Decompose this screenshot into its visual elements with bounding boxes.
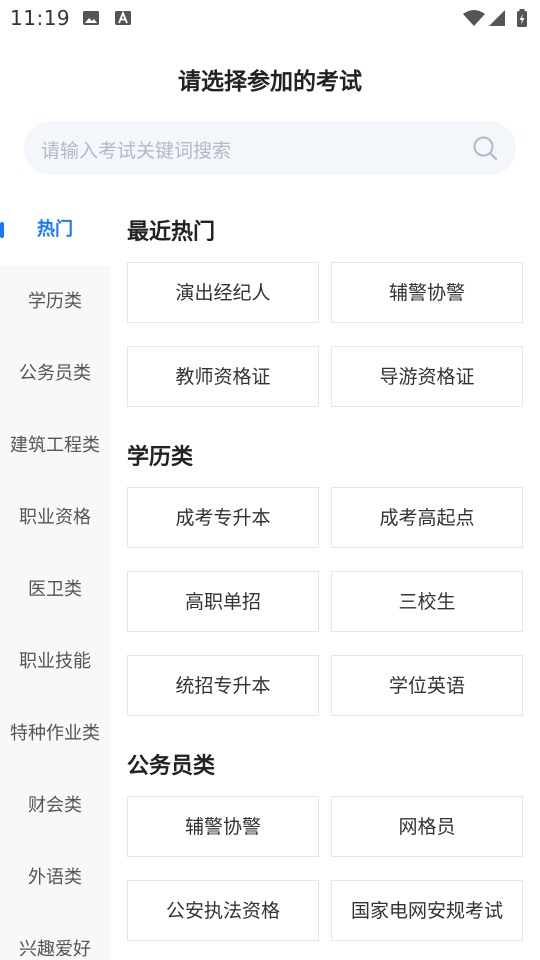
signal-icon xyxy=(489,10,505,26)
exam-item[interactable]: 统招专升本 xyxy=(127,655,319,716)
sidebar-item-special-operations[interactable]: 特种作业类 xyxy=(0,698,110,770)
wifi-icon xyxy=(463,10,485,26)
sidebar-item-hobbies[interactable]: 兴趣爱好 xyxy=(0,914,110,960)
sidebar-item-label: 财会类 xyxy=(28,795,82,816)
sidebar-item-label: 公务员类 xyxy=(19,363,91,384)
section-title-hot: 最近热门 xyxy=(127,220,216,245)
sidebar-item-hot[interactable]: 热门 xyxy=(0,194,110,266)
exam-item[interactable]: 学位英语 xyxy=(331,655,523,716)
exam-item[interactable]: 成考高起点 xyxy=(331,487,523,548)
sidebar-item-civil-service[interactable]: 公务员类 xyxy=(0,338,110,410)
sidebar-item-label: 外语类 xyxy=(28,867,82,888)
status-bar: 11:19 xyxy=(0,0,540,36)
exam-item[interactable]: 公安执法资格 xyxy=(127,880,319,941)
sidebar-item-label: 兴趣爱好 xyxy=(19,939,91,960)
exam-item[interactable]: 导游资格证 xyxy=(331,346,523,407)
sidebar-item-label: 建筑工程类 xyxy=(10,435,100,456)
exam-item[interactable]: 三校生 xyxy=(331,571,523,632)
sidebar-item-vocational-skills[interactable]: 职业技能 xyxy=(0,626,110,698)
sidebar-item-construction[interactable]: 建筑工程类 xyxy=(0,410,110,482)
exam-item[interactable]: 高职单招 xyxy=(127,571,319,632)
image-icon xyxy=(83,11,99,25)
exam-item[interactable]: 辅警协警 xyxy=(331,262,523,323)
battery-charging-icon xyxy=(517,9,527,27)
sidebar-item-accounting[interactable]: 财会类 xyxy=(0,770,110,842)
active-indicator xyxy=(0,222,4,238)
exam-item[interactable]: 辅警协警 xyxy=(127,796,319,857)
sidebar-item-foreign-language[interactable]: 外语类 xyxy=(0,842,110,914)
sidebar-item-label: 学历类 xyxy=(28,291,82,312)
sidebar-item-label: 职业资格 xyxy=(19,507,91,528)
page-title: 请选择参加的考试 xyxy=(178,69,362,95)
sidebar-item-label: 特种作业类 xyxy=(10,723,100,744)
exam-item[interactable]: 教师资格证 xyxy=(127,346,319,407)
sidebar-item-label: 医卫类 xyxy=(28,579,82,600)
sidebar-item-label: 职业技能 xyxy=(19,651,91,672)
section-title-education: 学历类 xyxy=(127,445,194,470)
sidebar-item-label: 热门 xyxy=(37,219,73,240)
sidebar-item-education[interactable]: 学历类 xyxy=(0,266,110,338)
exam-item[interactable]: 网格员 xyxy=(331,796,523,857)
a-letter-icon xyxy=(115,10,131,25)
search-input[interactable]: 请输入考试关键词搜索 xyxy=(24,121,516,175)
status-time: 11:19 xyxy=(10,6,71,30)
exam-item[interactable]: 国家电网安规考试 xyxy=(331,880,523,941)
sidebar-item-medical[interactable]: 医卫类 xyxy=(0,554,110,626)
exam-item[interactable]: 演出经纪人 xyxy=(127,262,319,323)
sidebar-item-professional-qualification[interactable]: 职业资格 xyxy=(0,482,110,554)
category-sidebar: 热门 学历类 公务员类 建筑工程类 职业资格 医卫类 职业技能 特种作业类 财会… xyxy=(0,194,110,960)
search-icon[interactable] xyxy=(472,135,498,161)
section-title-civil-service: 公务员类 xyxy=(127,754,216,779)
exam-item[interactable]: 成考专升本 xyxy=(127,487,319,548)
search-placeholder: 请输入考试关键词搜索 xyxy=(41,140,232,162)
